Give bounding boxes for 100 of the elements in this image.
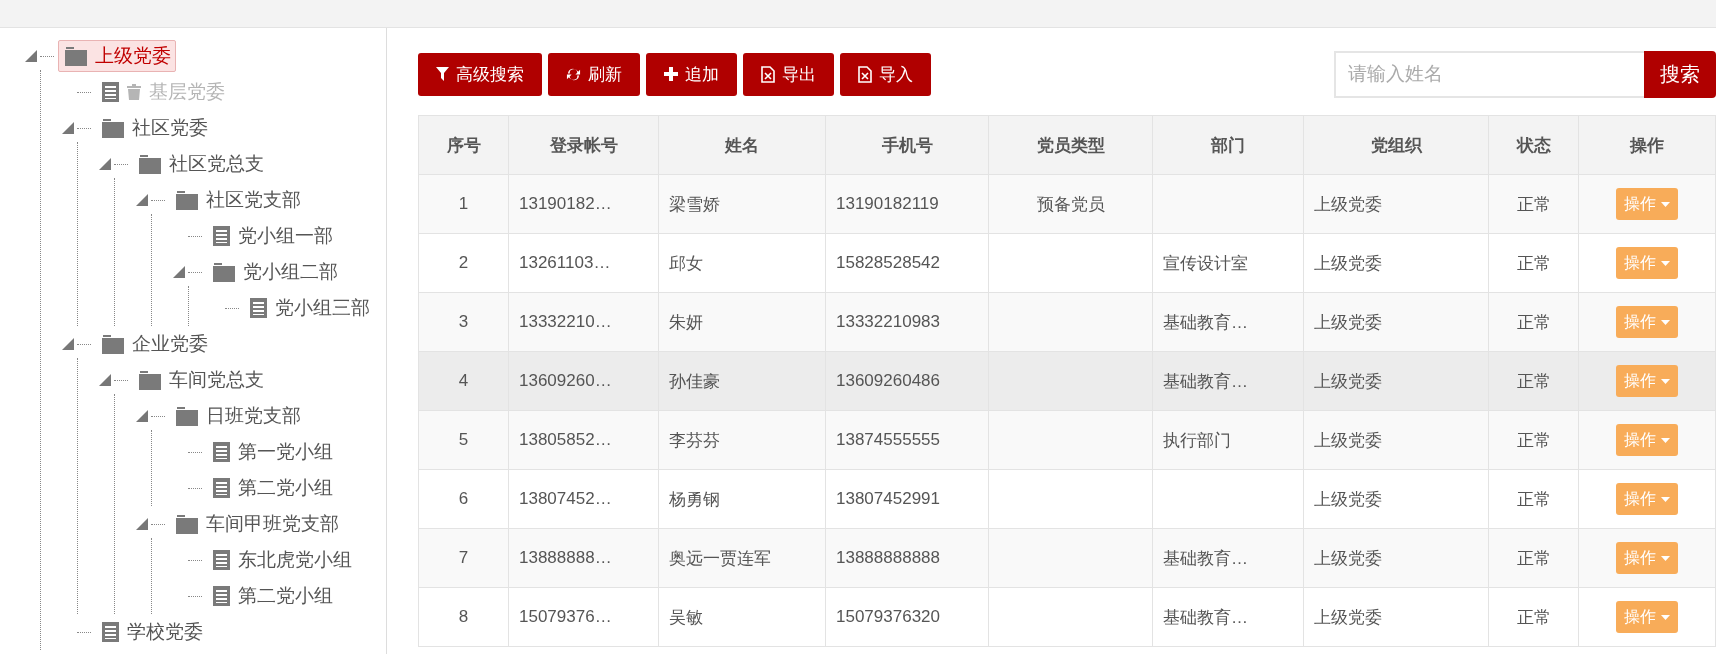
toolbar-button[interactable]: 高级搜索 [418,52,542,96]
table-cell: 上级党委 [1303,174,1489,234]
tree-item[interactable]: 第一党小组 [206,436,338,468]
tree-item[interactable]: 上级党委 [58,40,176,72]
table-cell: 梁雪娇 [658,174,826,234]
table-cell: 杨勇钢 [658,469,826,529]
tree-item[interactable]: 党小组一部 [206,220,338,252]
tree-item[interactable]: 日班党支部 [169,400,306,432]
tree-item[interactable]: 社区党总支 [132,148,269,180]
tree-item[interactable]: 社区党委 [95,112,213,144]
tree-item[interactable]: 党小组二部 [206,256,343,288]
document-icon [102,82,119,102]
expanded-triangle-icon[interactable] [136,410,148,422]
table-cell: 正常 [1488,174,1579,234]
caret-icon [1661,378,1670,384]
table-cell: 上级党委 [1303,469,1489,529]
table-cell: 13261103… [508,233,659,293]
table-cell: 上级党委 [1303,528,1489,588]
tree-item[interactable]: 第二党小组 [206,580,338,612]
toolbar-button[interactable]: 导入 [840,52,931,96]
table-cell: 正常 [1488,528,1579,588]
table-cell: 上级党委 [1303,410,1489,470]
caret-icon [1661,201,1670,207]
table-cell: 13807452991 [825,469,989,529]
table-cell: 13190182119 [825,174,989,234]
column-header: 手机号 [825,115,989,175]
caret-icon [1661,260,1670,266]
tree-item[interactable]: 车间甲班党支部 [169,508,344,540]
table-cell: 13609260… [508,351,659,411]
tree-item[interactable]: 企业党委 [95,328,213,360]
tree-item[interactable]: 社区党支部 [169,184,306,216]
table-cell: 正常 [1488,292,1579,352]
table-cell: 上级党委 [1303,587,1489,647]
tree-item[interactable]: 学校党委 [95,616,208,648]
document-icon [213,586,230,606]
folder-icon [102,118,124,138]
table-cell: 13874555555 [825,410,989,470]
table-cell: 13888888888 [825,528,989,588]
expanded-triangle-icon[interactable] [99,374,111,386]
table-cell: 1 [418,174,509,234]
column-header: 状态 [1488,115,1579,175]
trash-icon [127,84,141,100]
folder-icon [176,190,198,210]
toolbar-button[interactable]: 追加 [646,52,737,96]
table-cell: 基础教育… [1152,587,1304,647]
tree-item[interactable]: 东北虎党小组 [206,544,357,576]
table-cell: 基础教育… [1152,351,1304,411]
column-header: 部门 [1152,115,1304,175]
expanded-triangle-icon[interactable] [99,158,111,170]
expanded-triangle-icon[interactable] [136,518,148,530]
table-cell: 13332210… [508,292,659,352]
document-icon [213,478,230,498]
table-cell: 4 [418,351,509,411]
caret-icon [1661,614,1670,620]
table-cell: 执行部门 [1152,410,1304,470]
expanded-triangle-icon[interactable] [173,266,185,278]
search-button[interactable]: 搜索 [1644,50,1716,98]
plus-icon [664,67,678,81]
folder-icon [65,46,87,66]
table-cell: 13190182… [508,174,659,234]
column-header: 姓名 [658,115,826,175]
caret-icon [1661,496,1670,502]
expanded-triangle-icon[interactable] [62,122,74,134]
table-cell: 奥远一贾连军 [658,528,826,588]
table-cell: 基础教育… [1152,292,1304,352]
expanded-triangle-icon[interactable] [62,338,74,350]
table-cell: 2 [418,233,509,293]
expanded-triangle-icon[interactable] [136,194,148,206]
table-cell: 正常 [1488,587,1579,647]
table-cell: 预备党员 [988,174,1153,234]
table-cell: 3 [418,292,509,352]
table-cell: 基础教育… [1152,528,1304,588]
excel-file-icon [761,65,775,83]
table-cell: 正常 [1488,233,1579,293]
search-field[interactable]: 请输入姓名 [1334,50,1644,98]
filter-icon [436,67,449,81]
refresh-icon [566,66,581,82]
expanded-triangle-icon[interactable] [25,50,37,62]
tree-item[interactable]: 车间党总支 [132,364,269,396]
table-cell: 13805852… [508,410,659,470]
tree-item[interactable]: 第二党小组 [206,472,338,504]
table-cell: 13807452… [508,469,659,529]
toolbar-button[interactable]: 导出 [743,52,834,96]
caret-icon [1661,555,1670,561]
folder-icon [176,406,198,426]
table-cell: 15828528542 [825,233,989,293]
document-icon [102,622,119,642]
table-cell: 正常 [1488,469,1579,529]
table-cell: 朱妍 [658,292,826,352]
document-icon [213,550,230,570]
column-header: 登录帐号 [508,115,659,175]
document-icon [213,226,230,246]
toolbar-button[interactable]: 刷新 [548,52,640,96]
table-cell: 上级党委 [1303,292,1489,352]
document-icon [250,298,267,318]
table-cell: 13888888… [508,528,659,588]
table-cell: 正常 [1488,410,1579,470]
column-header: 序号 [418,115,509,175]
tree-item[interactable]: 党小组三部 [243,292,375,324]
table-cell: 邱女 [658,233,826,293]
